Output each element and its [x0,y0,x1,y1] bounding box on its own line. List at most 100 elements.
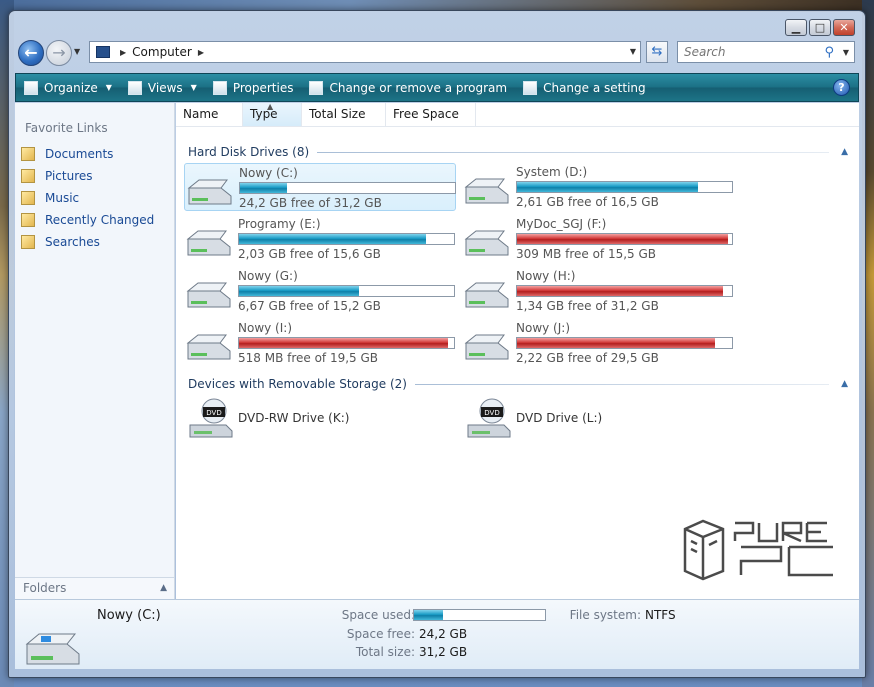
drive-item[interactable]: Nowy (G:) 6,67 GB free of 15,2 GB [184,267,456,315]
sidebar-item-label: Pictures [45,169,93,183]
maximize-button[interactable]: □ [809,19,831,36]
column-type[interactable]: ▲ Type [243,102,302,126]
properties-button[interactable]: Properties [205,74,302,101]
drive-free-space: 518 MB free of 19,5 GB [238,351,379,365]
drive-item[interactable]: Nowy (C:) 24,2 GB free of 31,2 GB [184,163,456,211]
change-setting-button[interactable]: Change a setting [515,74,654,101]
sidebar-item-label: Documents [45,147,114,161]
organize-icon [24,80,38,95]
group-removable-storage[interactable]: Devices with Removable Storage (2) ▲ [188,375,848,393]
search-icon[interactable]: ⚲ [824,45,834,60]
drive-usage-bar [238,337,455,349]
selected-drive-name: Nowy (C:) [97,608,161,623]
dvd-drive-icon: DVD [189,398,233,438]
group-hard-disk-drives[interactable]: Hard Disk Drives (8) ▲ [188,143,848,161]
drive-usage-bar [516,285,733,297]
drive-free-space: 24,2 GB free of 31,2 GB [239,196,382,210]
drive-free-space: 1,34 GB free of 31,2 GB [516,299,659,313]
hard-drive-icon [464,334,509,360]
hard-drive-icon [187,179,232,205]
change-remove-program-button[interactable]: Change or remove a program [301,74,515,101]
drive-free-space: 2,03 GB free of 15,6 GB [238,247,381,261]
hard-drive-icon [186,334,231,360]
folders-label: Folders [23,581,67,595]
space-used-bar [413,609,546,621]
drive-item[interactable]: MyDoc_SGJ (F:) 309 MB free of 15,5 GB [462,215,734,263]
breadcrumb-separator-icon[interactable]: ▶ [198,48,204,57]
help-button[interactable]: ? [833,79,850,96]
sidebar-item-documents[interactable]: Documents [21,147,113,161]
sidebar-item-music[interactable]: Music [21,191,79,205]
drive-item[interactable]: Programy (E:) 2,03 GB free of 15,6 GB [184,215,456,263]
forward-button[interactable]: → [46,40,72,66]
sidebar-item-pictures[interactable]: Pictures [21,169,93,183]
views-button[interactable]: Views ▼ [120,74,205,101]
drive-item-dvd-l[interactable]: DVD DVD Drive (L:) [462,395,734,443]
chevron-up-icon: ▲ [160,583,167,593]
change-remove-program-label: Change or remove a program [329,80,508,95]
music-folder-icon [21,191,35,205]
drive-item[interactable]: Nowy (H:) 1,34 GB free of 31,2 GB [462,267,734,315]
breadcrumb-separator-icon[interactable]: ▶ [120,48,126,57]
recent-folder-icon [21,213,35,227]
address-dropdown-icon[interactable]: ▼ [630,47,636,56]
folders-toggle[interactable]: Folders ▲ [15,577,174,599]
minimize-button[interactable]: ▁ [785,19,807,36]
group-title: Hard Disk Drives (8) [188,145,310,159]
drive-usage-bar [516,233,733,245]
details-pane: Nowy (C:) Space used: Space free: 24,2 G… [15,599,859,669]
refresh-button[interactable]: ⇆ [646,41,668,63]
close-button[interactable]: ✕ [833,19,855,36]
explorer-window: ▁ □ ✕ ← → ▼ ▶ Computer ▶ ▼ ⇆ ⚲ ▼ Organiz… [8,10,866,678]
sidebar-item-recently-changed[interactable]: Recently Changed [21,213,154,227]
drive-usage-fill [239,234,427,244]
sidebar-item-label: Searches [45,235,100,249]
sort-arrow-icon: ▲ [267,102,274,111]
drive-name: Nowy (C:) [239,166,298,180]
sidebar-item-label: Recently Changed [45,213,155,227]
drive-usage-fill [517,234,728,244]
hard-drive-icon [464,178,509,204]
drive-name: Nowy (I:) [238,321,292,335]
drive-free-space: 2,61 GB free of 16,5 GB [516,195,659,209]
hard-drive-icon [186,230,231,256]
address-row: ← → ▼ ▶ Computer ▶ ▼ ⇆ ⚲ ▼ [15,39,861,67]
back-button[interactable]: ← [18,40,44,66]
hard-drive-icon [464,230,509,256]
drive-name: Nowy (G:) [238,269,298,283]
properties-icon [212,80,227,95]
collapse-icon[interactable]: ▲ [841,379,848,389]
drive-item[interactable]: Nowy (J:) 2,22 GB free of 29,5 GB [462,319,734,367]
total-size-label: Total size: [355,645,415,659]
search-box: ⚲ ▼ [677,41,855,63]
change-setting-label: Change a setting [543,80,646,95]
drive-name: Nowy (H:) [516,269,576,283]
chevron-down-icon: ▼ [190,83,197,92]
drive-item[interactable]: System (D:) 2,61 GB free of 16,5 GB [462,163,734,211]
drive-item-dvd-rw-k[interactable]: DVD DVD-RW Drive (K:) [184,395,456,443]
space-free-value: 24,2 GB [419,627,468,641]
column-free-space[interactable]: Free Space [386,103,476,126]
search-dropdown-icon[interactable]: ▼ [843,48,849,57]
drive-name: Programy (E:) [238,217,321,231]
search-input[interactable] [684,45,814,59]
drive-free-space: 2,22 GB free of 29,5 GB [516,351,659,365]
column-type-label: Type [250,107,278,121]
drive-usage-bar [516,181,733,193]
drive-name: DVD-RW Drive (K:) [238,411,350,425]
drive-item[interactable]: Nowy (I:) 518 MB free of 19,5 GB [184,319,456,367]
breadcrumb-computer[interactable]: Computer [132,45,192,59]
dvd-badge-label: DVD [484,409,499,417]
organize-button[interactable]: Organize ▼ [16,74,120,101]
sidebar-item-searches[interactable]: Searches [21,235,100,249]
address-bar[interactable]: ▶ Computer ▶ ▼ [89,41,641,63]
collapse-icon[interactable]: ▲ [841,147,848,157]
group-divider [414,383,830,385]
column-total-size[interactable]: Total Size [302,103,386,126]
column-name[interactable]: Name [176,103,243,126]
column-header: Name ▲ Type Total Size Free Space [176,102,859,127]
file-system-value: NTFS [645,608,676,622]
documents-folder-icon [21,147,35,161]
drive-usage-fill [517,338,715,348]
recent-pages-dropdown[interactable]: ▼ [74,47,80,56]
